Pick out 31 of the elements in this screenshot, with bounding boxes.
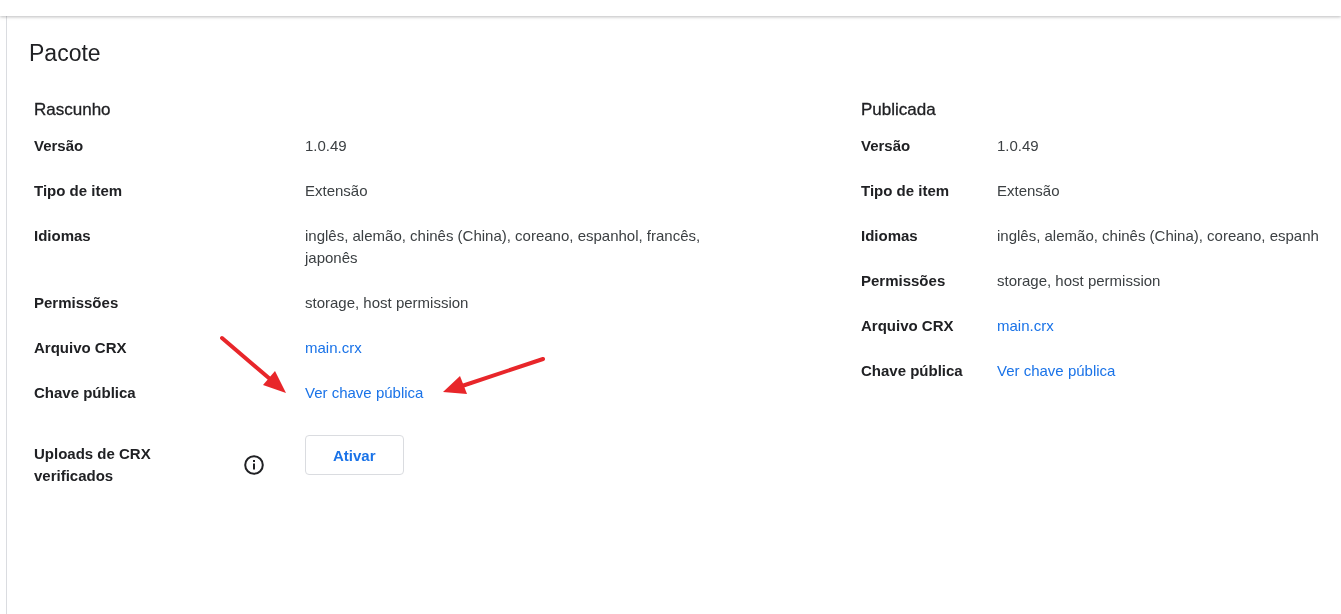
link[interactable]: main.crx [997, 315, 1054, 337]
link[interactable]: main.crx [305, 337, 362, 359]
field-label: Versão [34, 136, 84, 156]
field-value: storage, host permission [997, 271, 1161, 291]
field-value: inglês, alemão, chinês (China), coreano, espanh [997, 226, 1319, 246]
field-label: Arquivo CRX [34, 338, 127, 358]
field-label: Chave pública [34, 383, 136, 403]
link[interactable]: Ver chave pública [997, 360, 1116, 382]
field-label: Chave pública [861, 361, 963, 381]
field-label: Versão [861, 136, 911, 156]
field-value: storage, host permission [305, 293, 469, 313]
info-icon[interactable] [244, 455, 264, 475]
field-label: Uploads de CRX verificados [34, 444, 152, 486]
section-title: Publicada [861, 99, 937, 121]
field-label: Arquivo CRX [861, 316, 954, 336]
annotation-arrow [220, 336, 286, 393]
field-value: 1.0.49 [305, 136, 347, 156]
field-value: Extensão [305, 181, 368, 201]
page-title: Pacote [29, 39, 102, 67]
field-label: Permissões [34, 293, 119, 313]
field-value: Extensão [997, 181, 1060, 201]
field-label: Tipo de item [861, 181, 950, 201]
field-label: Tipo de item [34, 181, 123, 201]
link[interactable]: Ver chave pública [305, 382, 424, 404]
field-label: Idiomas [861, 226, 918, 246]
field-value: 1.0.49 [997, 136, 1039, 156]
enable-button[interactable]: Ativar [305, 435, 404, 475]
field-value: inglês, alemão, chinês (China), coreano, espanhol, francês, japonês [305, 226, 702, 268]
field-label: Idiomas [34, 226, 91, 246]
field-label: Permissões [861, 271, 946, 291]
section-title: Rascunho [34, 99, 112, 121]
